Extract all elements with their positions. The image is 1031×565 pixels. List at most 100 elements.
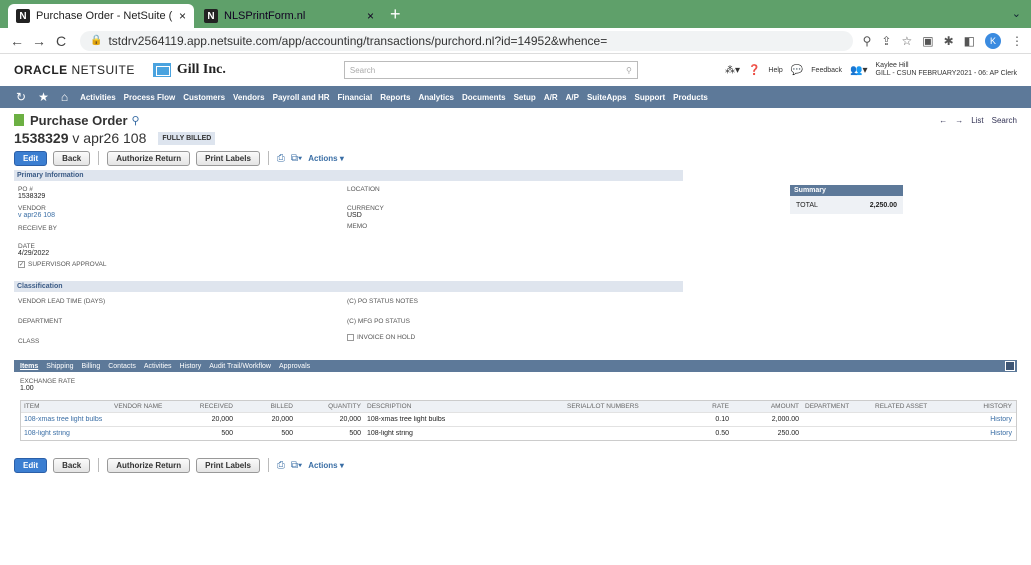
primary-information-header[interactable]: Primary Information	[14, 170, 683, 181]
help-icon[interactable]: ❓	[748, 65, 760, 76]
memo-label: MEMO	[347, 223, 368, 230]
search-icon[interactable]: ⚲	[626, 66, 632, 75]
menu-products[interactable]: Products	[673, 93, 708, 102]
recent-icon[interactable]: ↻	[16, 90, 26, 104]
currency-value: USD	[347, 212, 362, 219]
bookmark-star-icon[interactable]: ☆	[901, 34, 912, 48]
attach-icon[interactable]: ⧉▾	[291, 460, 302, 471]
print-labels-button[interactable]: Print Labels	[196, 150, 260, 166]
browser-tab-nlsprintform[interactable]: N NLSPrintForm.nl ×	[196, 4, 382, 28]
menu-analytics[interactable]: Analytics	[418, 93, 454, 102]
mfg-po-status-field: (C) MFG PO STATUS	[347, 318, 410, 325]
netsuite-favicon-icon: N	[16, 9, 30, 23]
menu-vendors[interactable]: Vendors	[233, 93, 265, 102]
menu-suiteapps[interactable]: SuiteApps	[587, 93, 627, 102]
status-badge: FULLY BILLED	[158, 131, 216, 145]
menu-setup[interactable]: Setup	[514, 93, 536, 102]
tab-items[interactable]: Items	[20, 363, 38, 370]
extension-icon[interactable]: ▣	[922, 34, 933, 48]
back-arrow-icon[interactable]: ←	[8, 33, 26, 49]
tab-approvals[interactable]: Approvals	[279, 363, 310, 370]
url-field[interactable]: 🔒 tstdrv2564119.app.netsuite.com/app/acc…	[80, 30, 853, 51]
history-link[interactable]: History	[957, 416, 1015, 423]
search-link[interactable]: Search	[992, 116, 1017, 125]
role-icon[interactable]: 👥▾	[850, 65, 867, 76]
menu-reports[interactable]: Reports	[380, 93, 410, 102]
global-search-input[interactable]: Search ⚲	[343, 61, 638, 79]
forward-arrow-icon[interactable]: →	[30, 33, 48, 49]
back-button[interactable]: Back	[53, 150, 91, 166]
item-link[interactable]: 108-xmas tree light bulbs	[21, 416, 196, 423]
attach-icon[interactable]: ⧉▾	[291, 153, 302, 164]
vendor-link[interactable]: v apr26 108	[18, 212, 55, 219]
menu-ap[interactable]: A/P	[566, 93, 579, 102]
puzzle-icon[interactable]: ✱	[944, 34, 954, 48]
actions-menu[interactable]: Actions ▾	[308, 461, 344, 470]
list-link[interactable]: List	[971, 116, 983, 125]
home-icon[interactable]: ⌂	[61, 90, 68, 104]
favorites-star-icon[interactable]: ★	[38, 90, 49, 104]
menu-documents[interactable]: Documents	[462, 93, 506, 102]
browser-menu-icon[interactable]: ⋮	[1011, 34, 1023, 48]
reload-icon[interactable]: C	[52, 33, 70, 49]
tab-audit-trail[interactable]: Audit Trail/Workflow	[209, 363, 271, 370]
record-vendor: v apr26 108	[72, 130, 147, 146]
menu-ar[interactable]: A/R	[544, 93, 558, 102]
close-tab-icon[interactable]: ×	[179, 9, 186, 23]
back-button[interactable]: Back	[53, 457, 91, 473]
edit-button[interactable]: Edit	[14, 457, 48, 473]
tab-activities[interactable]: Activities	[144, 363, 172, 370]
classification-header[interactable]: Classification	[14, 281, 683, 292]
layout-toggle-icon[interactable]	[1005, 361, 1015, 371]
sidepanel-icon[interactable]: ◧	[964, 34, 975, 48]
print-icon[interactable]: ⎙	[277, 460, 285, 471]
tab-history[interactable]: History	[179, 363, 201, 370]
edit-button[interactable]: Edit	[14, 150, 48, 166]
close-tab-icon[interactable]: ×	[367, 9, 374, 23]
feedback-icon[interactable]: 💬	[791, 65, 803, 76]
company-logo: Gill Inc.	[152, 62, 226, 78]
previous-record-icon[interactable]: ←	[939, 116, 947, 125]
menu-financial[interactable]: Financial	[338, 93, 373, 102]
new-tab-button[interactable]: +	[390, 4, 401, 25]
browser-tab-purchase-order[interactable]: N Purchase Order - NetSuite (GI ×	[8, 4, 194, 28]
menu-activities[interactable]: Activities	[80, 93, 116, 102]
tab-list-chevron-icon[interactable]: ⌄	[1012, 7, 1021, 20]
recent-records-icon[interactable]: ⁂▾	[725, 65, 740, 76]
share-icon[interactable]: ⇪	[881, 34, 891, 48]
table-row[interactable]: 108-xmas tree light bulbs 20,000 20,000 …	[21, 412, 1016, 426]
supervisor-approval-label: SUPERVISOR APPROVAL	[28, 261, 107, 269]
quantity-cell: 20,000	[339, 416, 361, 423]
help-link[interactable]: Help	[768, 67, 782, 74]
menu-customers[interactable]: Customers	[183, 93, 225, 102]
tab-contacts[interactable]: Contacts	[108, 363, 136, 370]
menu-process-flow[interactable]: Process Flow	[124, 93, 176, 102]
authorize-return-button[interactable]: Authorize Return	[107, 457, 191, 473]
user-info[interactable]: Kaylee Hill GILL - CSUN FEBRUARY2021 - 0…	[876, 62, 1017, 78]
next-record-icon[interactable]: →	[955, 116, 963, 125]
col-rate: RATE	[712, 403, 729, 410]
tab-shipping[interactable]: Shipping	[46, 363, 73, 370]
history-link[interactable]: History	[957, 430, 1015, 437]
tab-billing[interactable]: Billing	[82, 363, 101, 370]
item-link[interactable]: 108-light string	[21, 430, 196, 437]
feedback-link[interactable]: Feedback	[811, 67, 842, 74]
po-number-field: PO # 1538329	[18, 186, 45, 200]
authorize-return-button[interactable]: Authorize Return	[107, 150, 191, 166]
table-row[interactable]: 108-light string 500 500 500 108-light s…	[21, 426, 1016, 440]
po-label: PO #	[18, 186, 33, 193]
print-labels-button[interactable]: Print Labels	[196, 457, 260, 473]
lead-time-field: VENDOR LEAD TIME (DAYS)	[18, 298, 105, 305]
zoom-icon[interactable]: ⚲	[863, 34, 872, 48]
profile-avatar[interactable]: K	[985, 32, 1001, 49]
print-icon[interactable]: ⎙	[277, 153, 285, 164]
actions-menu[interactable]: Actions ▾	[308, 154, 344, 163]
menu-payroll-hr[interactable]: Payroll and HR	[273, 93, 330, 102]
title-search-icon[interactable]: ⚲	[132, 114, 140, 127]
location-field: LOCATION	[347, 186, 380, 193]
supervisor-approval-checkbox: ✓	[18, 261, 25, 268]
tab-title: NLSPrintForm.nl	[224, 10, 306, 22]
menu-support[interactable]: Support	[635, 93, 666, 102]
rate-cell: 0.10	[715, 416, 729, 423]
oracle-netsuite-logo[interactable]: ORACLE NETSUITE	[14, 63, 135, 77]
